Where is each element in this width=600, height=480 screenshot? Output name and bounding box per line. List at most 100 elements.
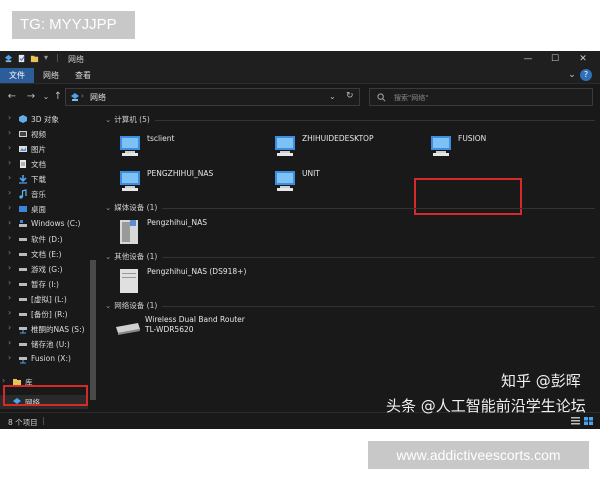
computer-item-fusion[interactable]: FUSION — [427, 134, 527, 160]
chevron-right-icon[interactable]: › — [2, 376, 5, 385]
computer-icon — [120, 136, 140, 156]
highlight-box — [414, 178, 522, 215]
details-view-icon[interactable] — [571, 417, 580, 425]
close-button[interactable]: ✕ — [573, 53, 593, 65]
chevron-down-icon[interactable]: ⌄ — [105, 252, 111, 261]
router-icon — [116, 323, 140, 335]
group-title: 网络设备 (1) — [114, 301, 158, 310]
chevron-right-icon[interactable]: › — [8, 113, 11, 122]
chevron-down-icon[interactable]: ⌄ — [105, 115, 111, 124]
navigation-pane: › 3D 对象 › 视频 › 图片 › 文档 › 下载 › 音乐 › 桌面 › … — [0, 110, 97, 411]
computer-item-tsclient[interactable]: tsclient — [116, 134, 266, 160]
sidebar-item-label: 游戏 (G:) — [31, 265, 63, 274]
sidebar-scrollbar[interactable] — [90, 260, 96, 400]
sidebar-item-label: 桌面 — [31, 205, 46, 214]
pictures-icon — [19, 146, 27, 152]
url-badge: www.addictiveescorts.com — [368, 441, 589, 469]
chevron-right-icon[interactable]: › — [8, 188, 11, 197]
refresh-icon[interactable]: ↻ — [346, 91, 354, 101]
infra-item-router[interactable]: Wireless Dual Band Router TL-WDR5620 — [114, 315, 314, 345]
sidebar-item-label: 暂存 (I:) — [31, 280, 59, 289]
sidebar-item-drive-e[interactable]: › 文档 (E:) — [0, 247, 94, 261]
recent-locations-icon[interactable]: ⌄ — [40, 90, 52, 104]
item-label: PENGZHIHUI_NAS — [147, 169, 214, 178]
chevron-right-icon[interactable]: › — [8, 128, 11, 137]
maximize-button[interactable]: ☐ — [545, 53, 565, 65]
media-item-pengzhihui-nas[interactable]: Pengzhihui_NAS — [116, 218, 266, 248]
documents-icon — [20, 160, 26, 168]
computer-item-unit[interactable]: UNIT — [271, 169, 421, 195]
item-label: Pengzhihui_NAS — [147, 218, 207, 227]
sidebar-item-drive-s[interactable]: › 椎酮的NAS (S:) — [0, 322, 94, 336]
sidebar-item-label: [备份] (R:) — [31, 310, 68, 319]
sidebar-item-downloads[interactable]: › 下载 — [0, 172, 94, 186]
minimize-button[interactable]: — — [518, 53, 538, 65]
sidebar-item-drive-l[interactable]: › [虚拟] (L:) — [0, 292, 94, 306]
help-icon[interactable]: ? — [580, 69, 592, 81]
chevron-right-icon[interactable]: › — [8, 293, 11, 302]
sidebar-item-drive-x[interactable]: › Fusion (X:) — [0, 352, 94, 366]
item-label: tsclient — [147, 134, 175, 143]
address-bar[interactable]: › 网络 ⌄ ↻ — [65, 88, 360, 106]
group-header-computers[interactable]: ⌄ 计算机 (5) — [105, 114, 150, 125]
sidebar-item-desktop[interactable]: › 桌面 — [0, 202, 94, 216]
sidebar-item-drive-d[interactable]: › 软件 (D:) — [0, 232, 94, 246]
chevron-down-icon[interactable]: ⌄ — [566, 69, 578, 81]
group-header-other[interactable]: ⌄ 其他设备 (1) — [105, 251, 157, 262]
computer-icon — [275, 171, 295, 191]
qat-dropdown-icon[interactable]: ▾ — [44, 53, 48, 62]
chevron-right-icon[interactable]: › — [8, 233, 11, 242]
sidebar-item-label: [虚拟] (L:) — [31, 295, 67, 304]
sidebar-item-drive-c[interactable]: › Windows (C:) — [0, 217, 94, 231]
sidebar-item-drive-u[interactable]: › 储存池 (U:) — [0, 337, 94, 351]
drive-icon — [19, 298, 27, 301]
search-input[interactable]: 搜索"网络" — [369, 88, 593, 106]
address-dropdown-icon[interactable]: ⌄ — [329, 92, 336, 101]
item-label: Wireless Dual Band Router — [145, 315, 245, 324]
up-arrow-icon[interactable]: ↑ — [52, 90, 64, 104]
group-header-infrastructure[interactable]: ⌄ 网络设备 (1) — [105, 300, 157, 311]
item-count: 8 个项目 — [8, 418, 38, 427]
computer-icon — [431, 136, 451, 156]
back-arrow-icon[interactable]: ← — [6, 90, 18, 104]
chevron-right-icon[interactable]: › — [8, 143, 11, 152]
sidebar-item-documents[interactable]: › 文档 — [0, 157, 94, 171]
item-label: FUSION — [458, 134, 487, 143]
title-separator: | — [56, 53, 59, 62]
chevron-down-icon[interactable]: ⌄ — [105, 301, 111, 310]
tab-file[interactable]: 文件 — [0, 68, 34, 83]
chevron-right-icon[interactable]: › — [8, 278, 11, 287]
sidebar-item-drive-r[interactable]: › [备份] (R:) — [0, 307, 94, 321]
properties-icon[interactable] — [17, 54, 26, 63]
sidebar-item-drive-g[interactable]: › 游戏 (G:) — [0, 262, 94, 276]
sidebar-item-pictures[interactable]: › 图片 — [0, 142, 94, 156]
breadcrumb[interactable]: 网络 — [90, 92, 106, 103]
chevron-right-icon[interactable]: › — [8, 323, 11, 332]
sidebar-item-videos[interactable]: › 视频 — [0, 127, 94, 141]
large-icons-view-icon[interactable] — [584, 417, 593, 425]
tab-network[interactable]: 网络 — [36, 68, 66, 83]
chevron-right-icon[interactable]: › — [8, 308, 11, 317]
new-folder-icon[interactable] — [30, 54, 39, 63]
chevron-right-icon[interactable]: › — [8, 173, 11, 182]
computer-item-pengzhihui-nas[interactable]: PENGZHIHUI_NAS — [116, 169, 266, 195]
forward-arrow-icon[interactable]: → — [25, 90, 37, 104]
item-label: Pengzhihui_NAS (DS918+) — [147, 267, 247, 276]
tab-view[interactable]: 查看 — [68, 68, 98, 83]
computer-item-zhihuidedesktop[interactable]: ZHIHUIDEDESKTOP — [271, 134, 431, 160]
chevron-down-icon[interactable]: ⌄ — [105, 203, 111, 212]
chevron-right-icon[interactable]: › — [8, 158, 11, 167]
sidebar-item-drive-i[interactable]: › 暂存 (I:) — [0, 277, 94, 291]
other-item-pengzhihui-nas-ds918[interactable]: Pengzhihui_NAS (DS918+) — [116, 267, 296, 297]
drive-icon — [19, 238, 27, 241]
chevron-right-icon[interactable]: › — [8, 338, 11, 347]
chevron-right-icon[interactable]: › — [8, 353, 11, 362]
group-header-media[interactable]: ⌄ 媒体设备 (1) — [105, 202, 157, 213]
sidebar-item-music[interactable]: › 音乐 — [0, 187, 94, 201]
chevron-right-icon[interactable]: › — [8, 218, 11, 227]
chevron-right-icon[interactable]: › — [8, 263, 11, 272]
chevron-right-icon[interactable]: › — [8, 248, 11, 257]
chevron-right-icon[interactable]: › — [8, 203, 11, 212]
sidebar-item-label: 软件 (D:) — [31, 235, 63, 244]
sidebar-item-3d-objects[interactable]: › 3D 对象 — [0, 112, 94, 126]
